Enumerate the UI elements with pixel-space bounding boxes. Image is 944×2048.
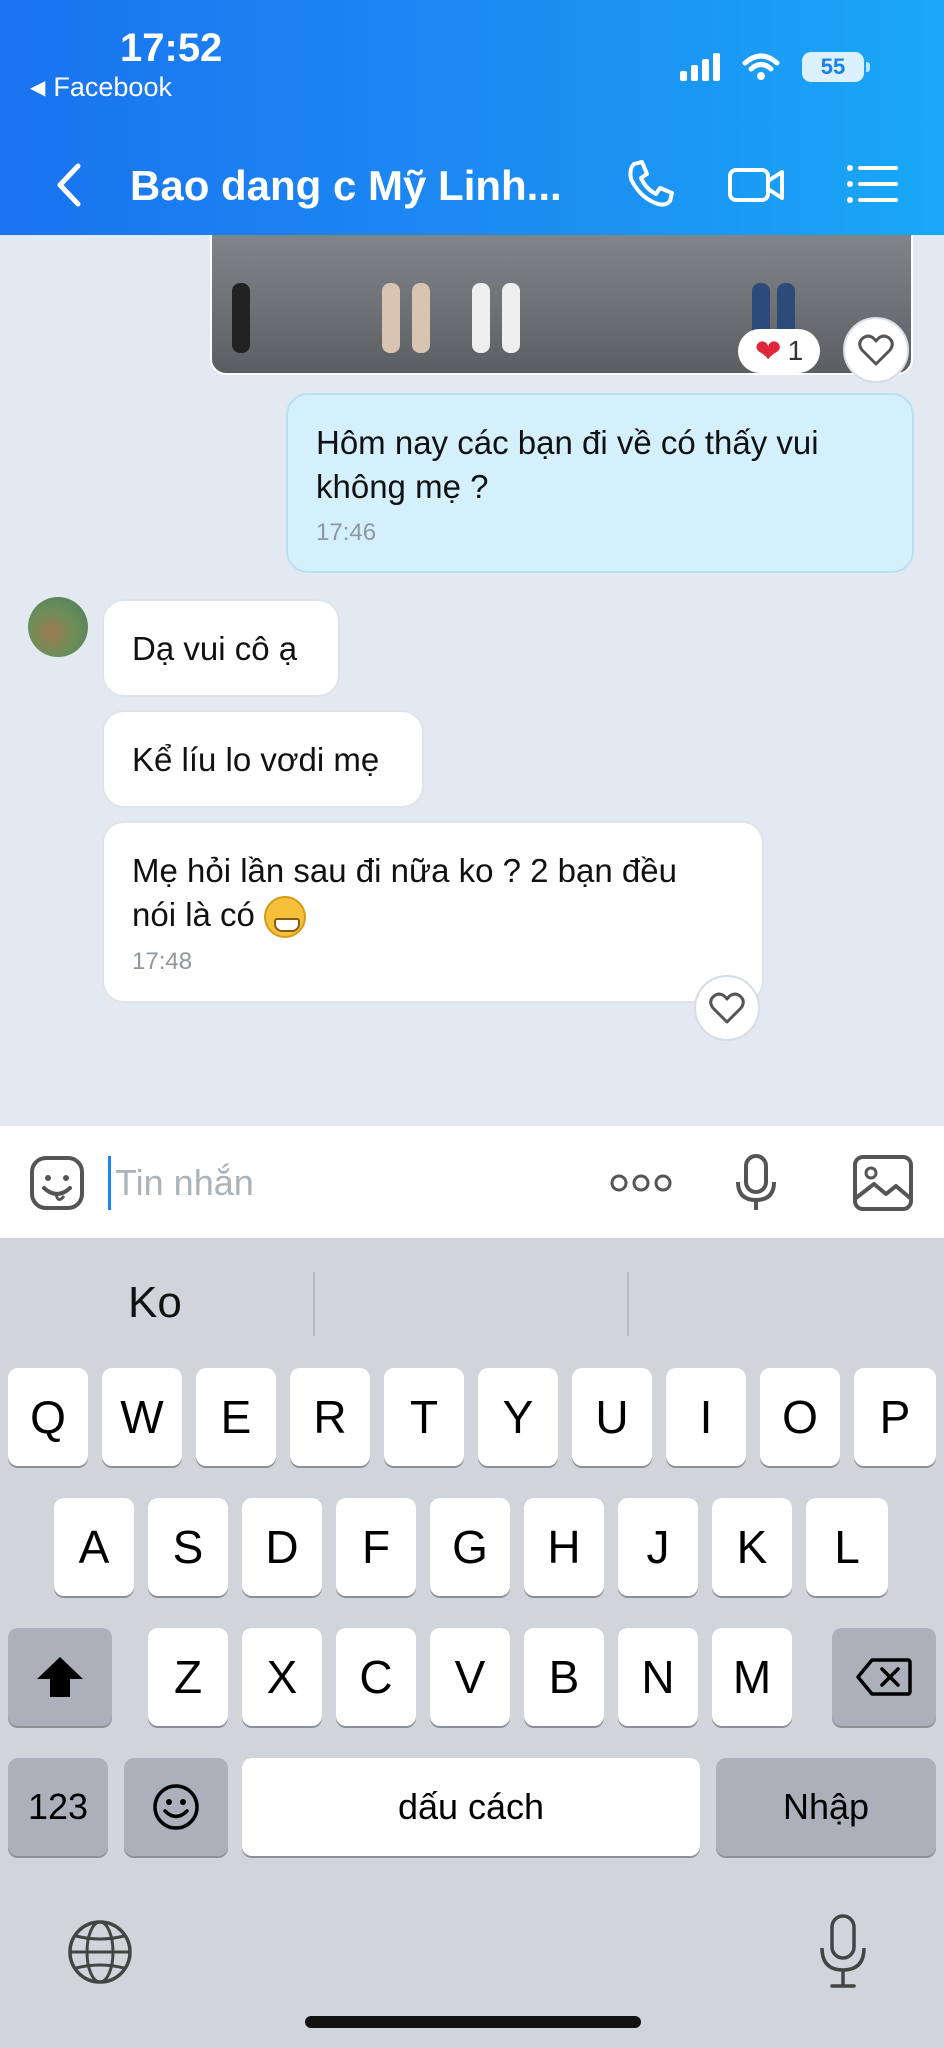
grinning-emoji-icon [264, 896, 307, 939]
back-triangle-icon: ◀ [30, 77, 46, 99]
key-t[interactable]: T [384, 1368, 464, 1466]
conversation-title[interactable]: Bao dang c Mỹ Linh... [130, 162, 562, 210]
key-o[interactable]: O [760, 1368, 840, 1466]
home-indicator[interactable] [305, 2016, 641, 2028]
status-time: 17:52 [120, 26, 223, 70]
backspace-icon [856, 1658, 912, 1696]
battery-indicator: 55 [802, 52, 870, 82]
video-icon[interactable] [726, 154, 786, 214]
suggestion-item[interactable]: Ko [0, 1278, 314, 1328]
key-f[interactable]: F [336, 1498, 416, 1596]
keyboard: Ko Q W E R T Y U I O P A S D F G H J K L… [0, 1238, 944, 2048]
message-time: 17:48 [132, 948, 193, 976]
key-n[interactable]: N [618, 1628, 698, 1726]
signal-icon [680, 53, 720, 81]
message-text: Kể líu lo vơdi mẹ [132, 741, 380, 778]
react-button[interactable] [694, 975, 760, 1041]
chat-header: 17:52 ◀ Facebook 55 Bao dang c Mỹ Linh..… [0, 0, 944, 235]
more-icon[interactable] [608, 1154, 674, 1212]
message-time: 17:46 [316, 519, 377, 546]
nav-bar: Bao dang c Mỹ Linh... [0, 140, 944, 230]
mic-icon[interactable] [734, 1154, 778, 1212]
key-s[interactable]: S [148, 1498, 228, 1596]
key-j[interactable]: J [618, 1498, 698, 1596]
key-b[interactable]: B [524, 1628, 604, 1726]
wifi-icon [742, 53, 780, 80]
reaction-badge[interactable]: ❤ 1 [738, 329, 820, 373]
back-to-facebook[interactable]: ◀ Facebook [30, 72, 172, 103]
key-x[interactable]: X [242, 1628, 322, 1726]
message-text-line: Hôm nay các bạn đi về có thấy vui [316, 424, 819, 461]
key-p[interactable]: P [854, 1368, 936, 1466]
suggestion-bar: Ko [0, 1238, 944, 1368]
key-u[interactable]: U [572, 1368, 652, 1466]
react-button[interactable] [843, 317, 909, 383]
message-input-bar: Tin nhắn [0, 1125, 944, 1238]
back-icon[interactable] [48, 160, 92, 210]
key-c[interactable]: C [336, 1628, 416, 1726]
emoji-key-icon [153, 1784, 199, 1830]
globe-icon[interactable] [66, 1918, 134, 1986]
shift-icon [37, 1657, 83, 1697]
heart-outline-icon [709, 992, 745, 1024]
numbers-key[interactable]: 123 [8, 1758, 108, 1856]
received-message[interactable]: Mẹ hỏi lần sau đi nữa ko ? 2 bạn đều nói… [102, 821, 764, 1003]
message-text-line: không mẹ ? [316, 468, 489, 505]
key-e[interactable]: E [196, 1368, 276, 1466]
key-m[interactable]: M [712, 1628, 792, 1726]
status-indicators: 55 [680, 52, 870, 82]
received-message[interactable]: Kể líu lo vơdi mẹ [102, 710, 424, 808]
key-w[interactable]: W [102, 1368, 182, 1466]
key-r[interactable]: R [290, 1368, 370, 1466]
sticker-icon[interactable] [28, 1154, 86, 1212]
key-g[interactable]: G [430, 1498, 510, 1596]
menu-list-icon[interactable] [842, 154, 902, 214]
key-d[interactable]: D [242, 1498, 322, 1596]
space-key[interactable]: dấu cách [242, 1758, 700, 1856]
return-key[interactable]: Nhập [716, 1758, 936, 1856]
backspace-key[interactable] [832, 1628, 936, 1726]
key-l[interactable]: L [806, 1498, 888, 1596]
sent-message[interactable]: Hôm nay các bạn đi về có thấy vui không … [286, 393, 914, 573]
key-y[interactable]: Y [478, 1368, 558, 1466]
message-list[interactable]: ❤ 1 Hôm nay các bạn đi về có thấy vui kh… [0, 235, 944, 1125]
shift-key[interactable] [8, 1628, 112, 1726]
key-h[interactable]: H [524, 1498, 604, 1596]
heart-reaction-icon: ❤ [754, 333, 782, 369]
key-i[interactable]: I [666, 1368, 746, 1466]
avatar[interactable] [28, 597, 88, 657]
image-icon[interactable] [852, 1154, 914, 1212]
message-input[interactable]: Tin nhắn [108, 1156, 558, 1210]
received-message[interactable]: Dạ vui cô ạ [102, 599, 340, 697]
dictation-mic-icon[interactable] [818, 1914, 868, 1990]
message-text-line: Mẹ hỏi lần sau đi nữa ko ? 2 bạn đều [132, 852, 677, 889]
message-text: Dạ vui cô ạ [132, 630, 298, 667]
message-text-line: nói là có [132, 896, 255, 933]
back-app-label: Facebook [53, 72, 172, 102]
key-q[interactable]: Q [8, 1368, 88, 1466]
emoji-key[interactable] [124, 1758, 228, 1856]
heart-outline-icon [858, 334, 894, 366]
key-a[interactable]: A [54, 1498, 134, 1596]
key-k[interactable]: K [712, 1498, 792, 1596]
reaction-count: 1 [787, 335, 804, 366]
key-z[interactable]: Z [148, 1628, 228, 1726]
key-v[interactable]: V [430, 1628, 510, 1726]
phone-icon[interactable] [620, 154, 680, 214]
